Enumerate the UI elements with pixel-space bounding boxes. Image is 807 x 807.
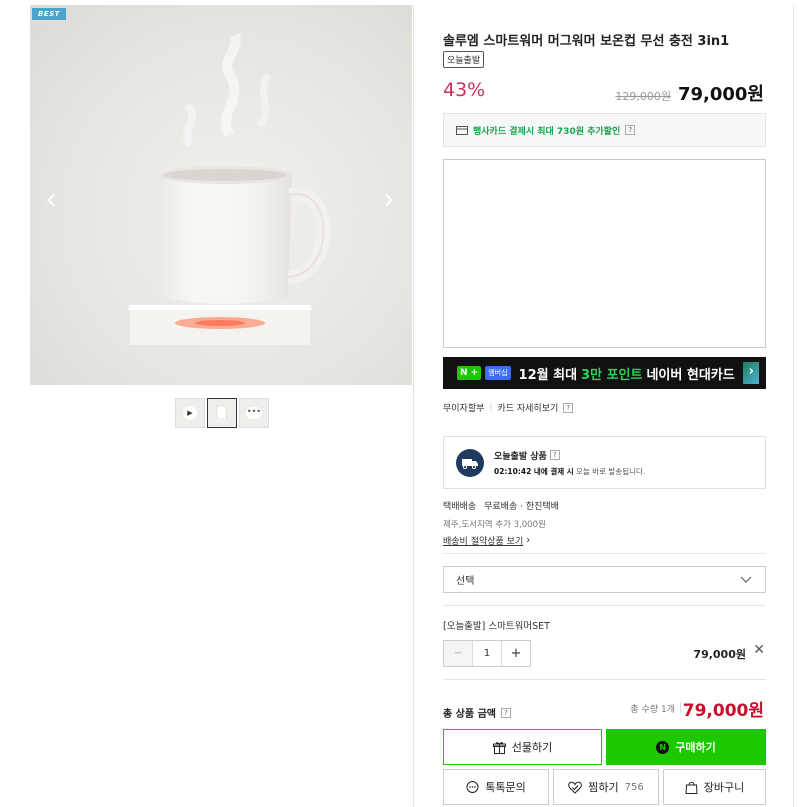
shipping-info: 택배배송 무료배송 · 한진택배 제주,도서지역 추가 3,000원 배송비 절약…	[443, 499, 766, 547]
product-image-gallery[interactable]: BEST ‹ ›	[30, 5, 412, 385]
thumbnail-more[interactable]: •••	[239, 398, 269, 428]
best-badge: BEST	[32, 8, 66, 20]
banner-chevron-icon: ›	[748, 364, 754, 379]
naver-plus-badge: N +	[457, 366, 482, 380]
total-count: 총 수량 1개	[630, 705, 675, 715]
like-label: 찜하기	[588, 781, 619, 794]
option-price: 79,000원	[693, 648, 746, 661]
buy-label: 구매하기	[675, 741, 716, 754]
ship-save-link[interactable]: 배송비 절약상품 보기	[443, 534, 523, 547]
option-select[interactable]: 선택	[443, 566, 766, 593]
naver-card-banner[interactable]: N + 멤버십 12월 최대 3만 포인트 네이버 현대카드 ›	[443, 357, 766, 389]
cart-label: 장바구니	[703, 781, 745, 794]
gift-button[interactable]: 선물하기	[443, 729, 602, 765]
prev-image-arrow-icon[interactable]: ‹	[40, 185, 62, 215]
thumbnail-mug[interactable]	[207, 398, 237, 428]
today-ship-text: 오늘출발 상품? 02:10:42 내에 결제 시 오늘 바로 발송됩니다.	[494, 449, 645, 477]
help-icon[interactable]: ?	[549, 450, 560, 460]
cart-button[interactable]: 장바구니	[663, 769, 766, 805]
wishlist-button[interactable]: 찜하기 756	[553, 769, 659, 805]
quantity-minus-button[interactable]: −	[444, 641, 473, 666]
ship-method: 택배배송	[443, 502, 477, 512]
help-icon[interactable]: ?	[625, 125, 636, 135]
quantity-stepper[interactable]: − 1 +	[443, 640, 531, 667]
thumbnail-video[interactable]: ▶	[175, 398, 205, 428]
today-ship-box: 오늘출발 상품? 02:10:42 내에 결제 시 오늘 바로 발송됩니다.	[443, 436, 766, 489]
naver-pay-icon: N	[656, 740, 670, 754]
total-label: 총 상품 금액	[443, 709, 496, 720]
product-image	[128, 33, 331, 345]
total-price: 79,000원	[682, 701, 764, 721]
chat-bubble-icon	[466, 780, 479, 793]
ship-deadline-suffix: 오늘 바로 발송됩니다.	[573, 466, 646, 476]
gift-icon	[492, 741, 506, 754]
chevron-right-icon: ›	[526, 535, 531, 546]
talk-label: 톡톡문의	[485, 781, 526, 794]
quantity-value[interactable]: 1	[473, 641, 501, 666]
divider	[443, 605, 766, 606]
banner-text-suffix: 네이버 현대카드	[646, 367, 735, 383]
help-icon[interactable]: ?	[500, 707, 511, 718]
help-icon[interactable]: ?	[563, 402, 574, 413]
today-ship-title: 오늘출발 상품	[494, 451, 547, 462]
divider	[443, 679, 766, 680]
remove-option-icon[interactable]: ✕	[753, 642, 765, 658]
today-ship-tag: 오늘출발	[443, 51, 485, 68]
selected-option-name: [오늘출발] 스마트워머SET	[443, 621, 550, 632]
sale-price: 79,000원	[677, 84, 764, 105]
product-title: 솔루엠 스마트워머 머그워머 보온컵 무선 충전 3in1	[443, 34, 730, 49]
thumbnail-strip: ▶ •••	[175, 398, 269, 428]
chevron-down-icon	[740, 576, 752, 583]
heart-icon	[568, 781, 583, 794]
ship-fee: 무료배송 · 한진택배	[484, 502, 559, 512]
price-row: 129,000원 79,000원	[615, 80, 764, 106]
original-price: 129,000원	[615, 90, 671, 103]
divider	[443, 553, 766, 554]
option-select-value: 선택	[456, 576, 475, 587]
gift-label: 선물하기	[511, 741, 553, 754]
talk-inquiry-button[interactable]: 톡톡문의	[443, 769, 549, 805]
shopping-bag-icon	[685, 781, 698, 794]
card-detail-link[interactable]: 카드 자세히보기	[497, 401, 558, 414]
purchase-panel: 솔루엠 스마트워머 머그워머 보온컵 무선 충전 3in1 오늘출발 43% 1…	[413, 5, 794, 807]
ship-extra-fee: 제주,도서지역 추가 3,000원	[443, 520, 546, 530]
truck-icon	[456, 448, 484, 477]
membership-badge: 멤버십	[485, 366, 511, 380]
mug-thumbnail-icon	[215, 405, 229, 422]
card-benefit-box[interactable]: 행사카드 결제시 최대 730원 추가할인 ?	[443, 113, 766, 147]
ship-deadline: 02:10:42 내에 결제 시	[494, 466, 574, 476]
installment-link[interactable]: 무이자할부	[443, 401, 484, 414]
banner-text-highlight: 3만 포인트	[581, 367, 643, 383]
link-separator: |	[489, 402, 493, 413]
total-separator	[680, 702, 681, 713]
play-icon: ▶	[183, 406, 197, 420]
banner-text-prefix: 12월 최대	[518, 367, 578, 383]
more-icon: •••	[246, 407, 262, 419]
next-image-arrow-icon[interactable]: ›	[378, 185, 400, 215]
quantity-plus-button[interactable]: +	[501, 641, 530, 666]
payment-links: 무이자할부 | 카드 자세히보기 ?	[443, 401, 766, 414]
card-benefit-text: 행사카드 결제시 최대 730원 추가할인	[473, 126, 621, 137]
buy-button[interactable]: N 구매하기	[606, 729, 766, 765]
like-count: 756	[624, 781, 644, 793]
promo-placeholder-box	[443, 159, 766, 348]
credit-card-icon	[456, 125, 468, 135]
